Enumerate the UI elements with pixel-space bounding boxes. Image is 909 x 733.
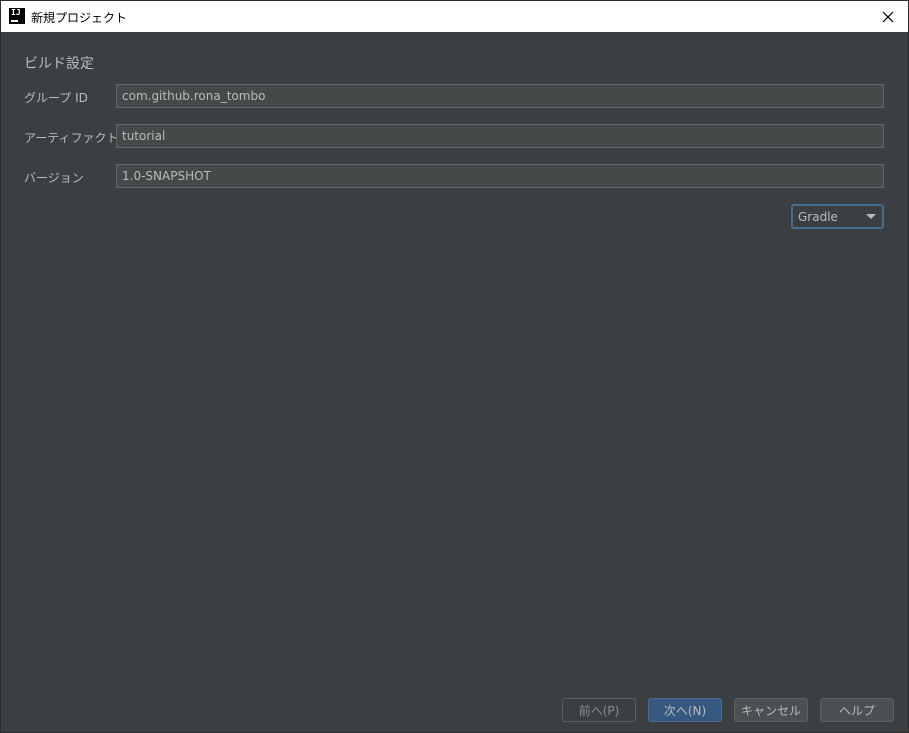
intellij-idea-icon: IJ <box>9 8 25 24</box>
window-title: 新規プロジェクト <box>31 11 128 25</box>
version-label: バージョン <box>24 171 84 185</box>
help-button[interactable]: ヘルプ <box>820 698 894 722</box>
title-bar: IJ 新規プロジェクト <box>1 1 908 32</box>
build-tool-select[interactable]: Gradle <box>791 204 884 229</box>
version-input[interactable] <box>116 164 884 188</box>
cancel-button[interactable]: キャンセル <box>734 698 808 722</box>
new-project-dialog: IJ 新規プロジェクト ビルド設定 グループ ID アーティファクト ID バー… <box>0 0 909 733</box>
build-tool-selected: Gradle <box>798 209 838 224</box>
group-id-input[interactable] <box>116 84 884 108</box>
artifact-id-input[interactable] <box>116 124 884 148</box>
next-button[interactable]: 次へ(N) <box>648 698 722 722</box>
chevron-down-icon <box>866 214 876 219</box>
prev-button[interactable]: 前へ(P) <box>562 698 636 722</box>
close-button[interactable] <box>868 1 908 32</box>
section-title: ビルド設定 <box>24 56 94 72</box>
close-icon <box>882 11 894 22</box>
group-id-label: グループ ID <box>24 91 88 105</box>
